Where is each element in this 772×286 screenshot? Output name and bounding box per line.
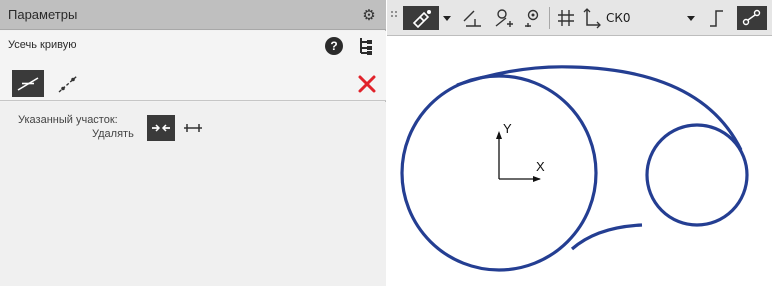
dropdown-arrow-icon[interactable] <box>441 6 453 30</box>
panel-title: Параметры <box>8 7 78 22</box>
axis-y-label: Y <box>503 121 512 136</box>
coordinate-axes <box>496 131 541 182</box>
segment-label: Указанный участок: <box>18 114 118 126</box>
tree-structure-icon[interactable] <box>356 36 376 56</box>
coordinate-system-icon[interactable] <box>581 6 603 30</box>
parameters-panel: Параметры ⚙ Усечь кривую ? Указанный уча… <box>0 0 386 286</box>
toolbar-separator <box>549 7 550 29</box>
magnet-snap-icon[interactable] <box>403 6 439 30</box>
axis-x-label: X <box>536 159 545 174</box>
trace-icon[interactable] <box>521 6 543 30</box>
grip-handle-icon[interactable] <box>390 6 398 30</box>
parametric-icon[interactable] <box>737 6 767 30</box>
small-circle <box>645 123 749 227</box>
delete-segment-icon[interactable] <box>147 115 175 141</box>
angle-icon[interactable] <box>705 6 727 30</box>
gear-icon[interactable]: ⚙ <box>360 6 378 24</box>
coordinate-system-label[interactable]: СК0 <box>606 11 631 25</box>
trim-points-icon[interactable] <box>54 70 82 97</box>
grid-icon[interactable] <box>555 6 577 30</box>
command-name: Усечь кривую <box>8 39 77 51</box>
parameters-area: Указанный участок: Удалять <box>0 102 386 286</box>
snap-toolbar: СК0 <box>387 0 772 36</box>
delete-label: Удалять <box>92 128 134 140</box>
dropdown-arrow-icon[interactable] <box>685 6 697 30</box>
sketch-geometry <box>400 65 749 272</box>
panel-header: Параметры ⚙ <box>0 0 386 30</box>
question-mark-icon[interactable]: ? <box>325 37 343 55</box>
local-snap-icon[interactable] <box>493 6 515 30</box>
drawing-canvas[interactable]: Y X <box>387 37 772 286</box>
trim-line-icon[interactable] <box>12 70 44 97</box>
command-section: Усечь кривую ? <box>0 31 386 101</box>
close-icon[interactable] <box>356 73 378 95</box>
keep-segment-icon[interactable] <box>181 117 205 139</box>
tangent-arc-bottom <box>570 223 643 251</box>
orthogonal-icon[interactable] <box>461 6 485 30</box>
